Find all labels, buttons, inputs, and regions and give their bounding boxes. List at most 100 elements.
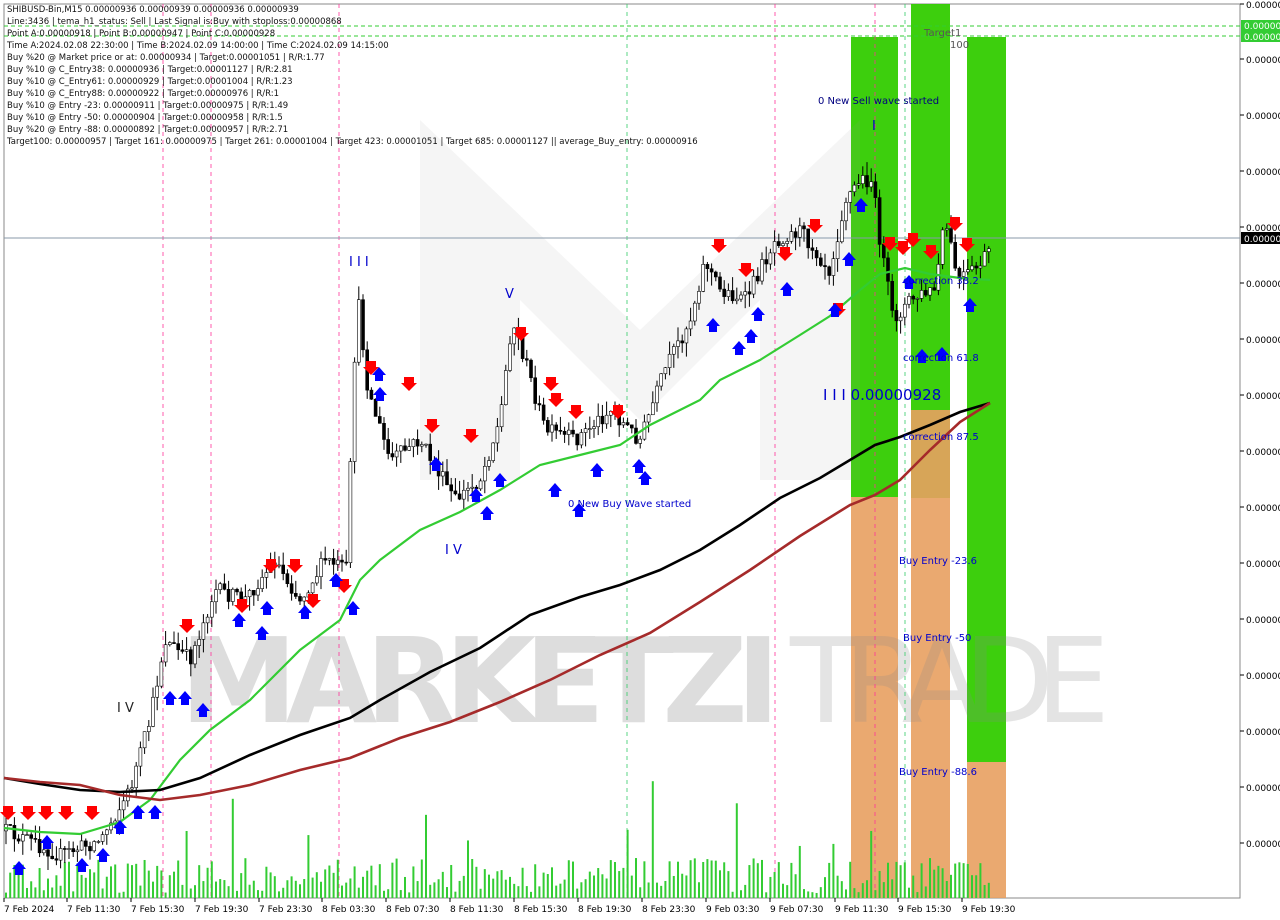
candle-body	[163, 644, 168, 663]
volume-bar	[614, 862, 616, 898]
volume-bar	[429, 884, 432, 898]
volume-bar	[727, 871, 730, 898]
candle-body	[852, 184, 857, 193]
volume-bar	[311, 877, 314, 898]
volume-bar	[500, 870, 503, 898]
candle-body	[41, 849, 46, 854]
volume-bar	[483, 869, 486, 898]
candle-body	[218, 583, 222, 590]
volume-bar	[345, 882, 348, 898]
volume-bar	[168, 875, 171, 898]
volume-bar	[412, 866, 415, 898]
volume-bar	[294, 880, 297, 898]
annotation-label: correction 38.2	[903, 276, 979, 287]
volume-bar	[59, 885, 62, 898]
target-price-label-1: 0.0000000	[1244, 22, 1280, 32]
volume-bar	[353, 866, 356, 898]
chart[interactable]: MARKETZITRADE0.00000000.00000000.0000000…	[0, 0, 1280, 920]
volume-bar	[836, 875, 839, 898]
candle-body	[193, 645, 197, 665]
candle-body	[491, 442, 496, 461]
candle-body	[692, 302, 697, 322]
candle-body	[764, 259, 769, 265]
candle-body	[902, 303, 907, 318]
volume-bar	[152, 881, 154, 898]
volume-bar	[567, 860, 570, 898]
y-tick-label: 0.0000000	[1246, 840, 1280, 850]
candle-body	[352, 361, 357, 462]
candle-body	[503, 370, 508, 405]
candle-body	[235, 588, 239, 593]
volume-bar	[832, 843, 835, 898]
candle-body	[88, 846, 92, 852]
candle-body	[390, 453, 395, 458]
x-tick-label: 8 Feb 03:30	[322, 905, 376, 915]
candle-body	[75, 849, 80, 853]
volume-bar	[782, 883, 784, 898]
candle-body	[449, 484, 454, 492]
volume-bar	[513, 883, 516, 898]
candle-body	[16, 838, 21, 842]
volume-bar	[290, 876, 293, 898]
candle-body	[470, 486, 475, 489]
candle-body	[881, 244, 886, 259]
candle-body	[58, 848, 63, 861]
volume-bar	[433, 882, 436, 898]
volume-bar	[471, 859, 474, 898]
volume-bar	[185, 830, 188, 898]
candle-body	[205, 616, 210, 624]
candle-body	[499, 404, 504, 428]
volume-bar	[622, 867, 625, 898]
candle-body	[667, 353, 672, 368]
candle-body	[252, 590, 256, 596]
candle-body	[155, 685, 159, 698]
volume-bar	[723, 862, 726, 898]
candle-body	[894, 310, 899, 322]
x-tick-label: 9 Feb 11:30	[835, 905, 889, 915]
y-tick-label: 0.0000000	[1246, 1, 1280, 11]
volume-bar	[891, 879, 894, 898]
volume-bar	[68, 861, 70, 898]
candle-body	[335, 559, 340, 565]
volume-bar	[84, 877, 87, 898]
candle-body	[222, 583, 227, 590]
volume-bar	[475, 866, 478, 898]
volume-bar	[135, 863, 138, 898]
candle-body	[663, 367, 668, 375]
volume-bar	[920, 863, 923, 898]
candle-body	[50, 855, 55, 860]
candle-body	[604, 414, 609, 425]
volume-bar	[954, 863, 957, 898]
candle-body	[873, 181, 878, 198]
volume-bar	[324, 869, 327, 898]
volume-bar	[34, 887, 37, 898]
x-tick-label: 7 Feb 11:30	[67, 905, 121, 915]
volume-bar	[773, 872, 776, 898]
candle-body	[373, 398, 378, 417]
candle-body	[915, 298, 920, 300]
volume-bar	[807, 891, 810, 898]
volume-bar	[231, 798, 234, 898]
volume-bar	[790, 862, 793, 898]
volume-bar	[828, 862, 831, 898]
volume-bar	[698, 882, 700, 898]
candle-body	[134, 765, 138, 788]
candle-body	[818, 257, 823, 266]
x-tick-label: 7 Feb 15:30	[131, 905, 185, 915]
candle-body	[697, 291, 701, 304]
volume-bar	[861, 883, 864, 898]
volume-bar	[101, 888, 104, 898]
volume-bar	[328, 865, 331, 898]
current-price-label: 0.0000000	[1244, 235, 1280, 245]
volume-bar	[47, 878, 49, 898]
candle-body	[579, 432, 584, 446]
volume-bar	[933, 869, 936, 898]
candle-body	[398, 445, 403, 452]
y-tick-label: 0.0000000	[1246, 784, 1280, 794]
candle-body	[739, 294, 743, 300]
candle-body	[453, 490, 458, 495]
volume-bar	[916, 892, 919, 898]
candle-body	[768, 252, 773, 265]
candle-body	[974, 265, 979, 269]
candle-body	[394, 450, 399, 458]
